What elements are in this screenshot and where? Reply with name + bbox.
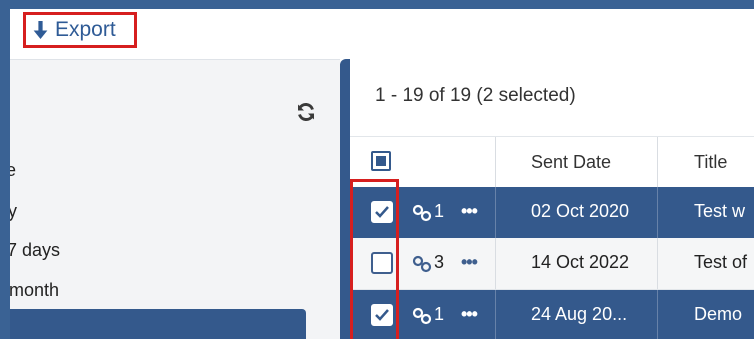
panel-splitter[interactable] [340,59,350,339]
cell-title: Test of [694,252,748,272]
filter-option-selected[interactable] [10,309,306,339]
refresh-icon[interactable] [296,102,316,122]
filter-option-2[interactable]: y [10,201,17,222]
select-all-checkbox[interactable] [371,151,391,171]
export-button[interactable]: Export [23,12,137,48]
cell-title: Test w [694,201,746,221]
cell-title: Demo [694,304,743,324]
toolbar: Export [10,9,754,59]
more-actions-icon[interactable]: ••• [461,252,478,273]
grid-header: Sent Date Title [350,136,754,188]
table-row[interactable]: 1 ••• 02 Oct 2020 Test w [350,187,754,238]
filter-panel: e y 7 days month [10,59,340,339]
results-grid: 1 - 19 of 19 (2 selected) Sent Date Titl… [350,59,754,339]
row-checkbox[interactable] [371,304,393,326]
checkmark-icon [375,309,389,321]
link-count: 1 [434,201,445,221]
column-header-sent-date[interactable]: Sent Date [531,137,611,187]
app-frame: Export e y 7 days month 1 - 19 of 19 (2 … [10,9,754,339]
table-row[interactable]: 3 ••• 14 Oct 2022 Test of [350,238,754,290]
checkmark-icon [375,206,389,218]
link-count: 1 [434,304,445,324]
cell-sent-date: 14 Oct 2022 [531,252,630,272]
result-count: 1 - 19 of 19 (2 selected) [375,85,576,106]
row-checkbox[interactable] [371,201,393,223]
link-count: 3 [434,252,445,272]
arrow-down-icon [33,20,48,39]
table-row[interactable]: 1 ••• 24 Aug 20... Demo [350,290,754,339]
filter-option-last-7-days[interactable]: 7 days [10,240,60,261]
cell-sent-date: 24 Aug 20... [531,304,628,324]
filter-option-1[interactable]: e [10,160,16,181]
row-checkbox[interactable] [371,252,393,274]
column-header-title[interactable]: Title [694,137,727,187]
more-actions-icon[interactable]: ••• [461,201,478,222]
link-icon[interactable] [412,307,432,325]
cell-sent-date: 02 Oct 2020 [531,201,630,221]
link-icon[interactable] [412,255,432,273]
filter-option-month[interactable]: month [10,280,59,301]
more-actions-icon[interactable]: ••• [461,304,478,325]
export-label: Export [55,18,116,41]
link-icon[interactable] [412,204,432,222]
